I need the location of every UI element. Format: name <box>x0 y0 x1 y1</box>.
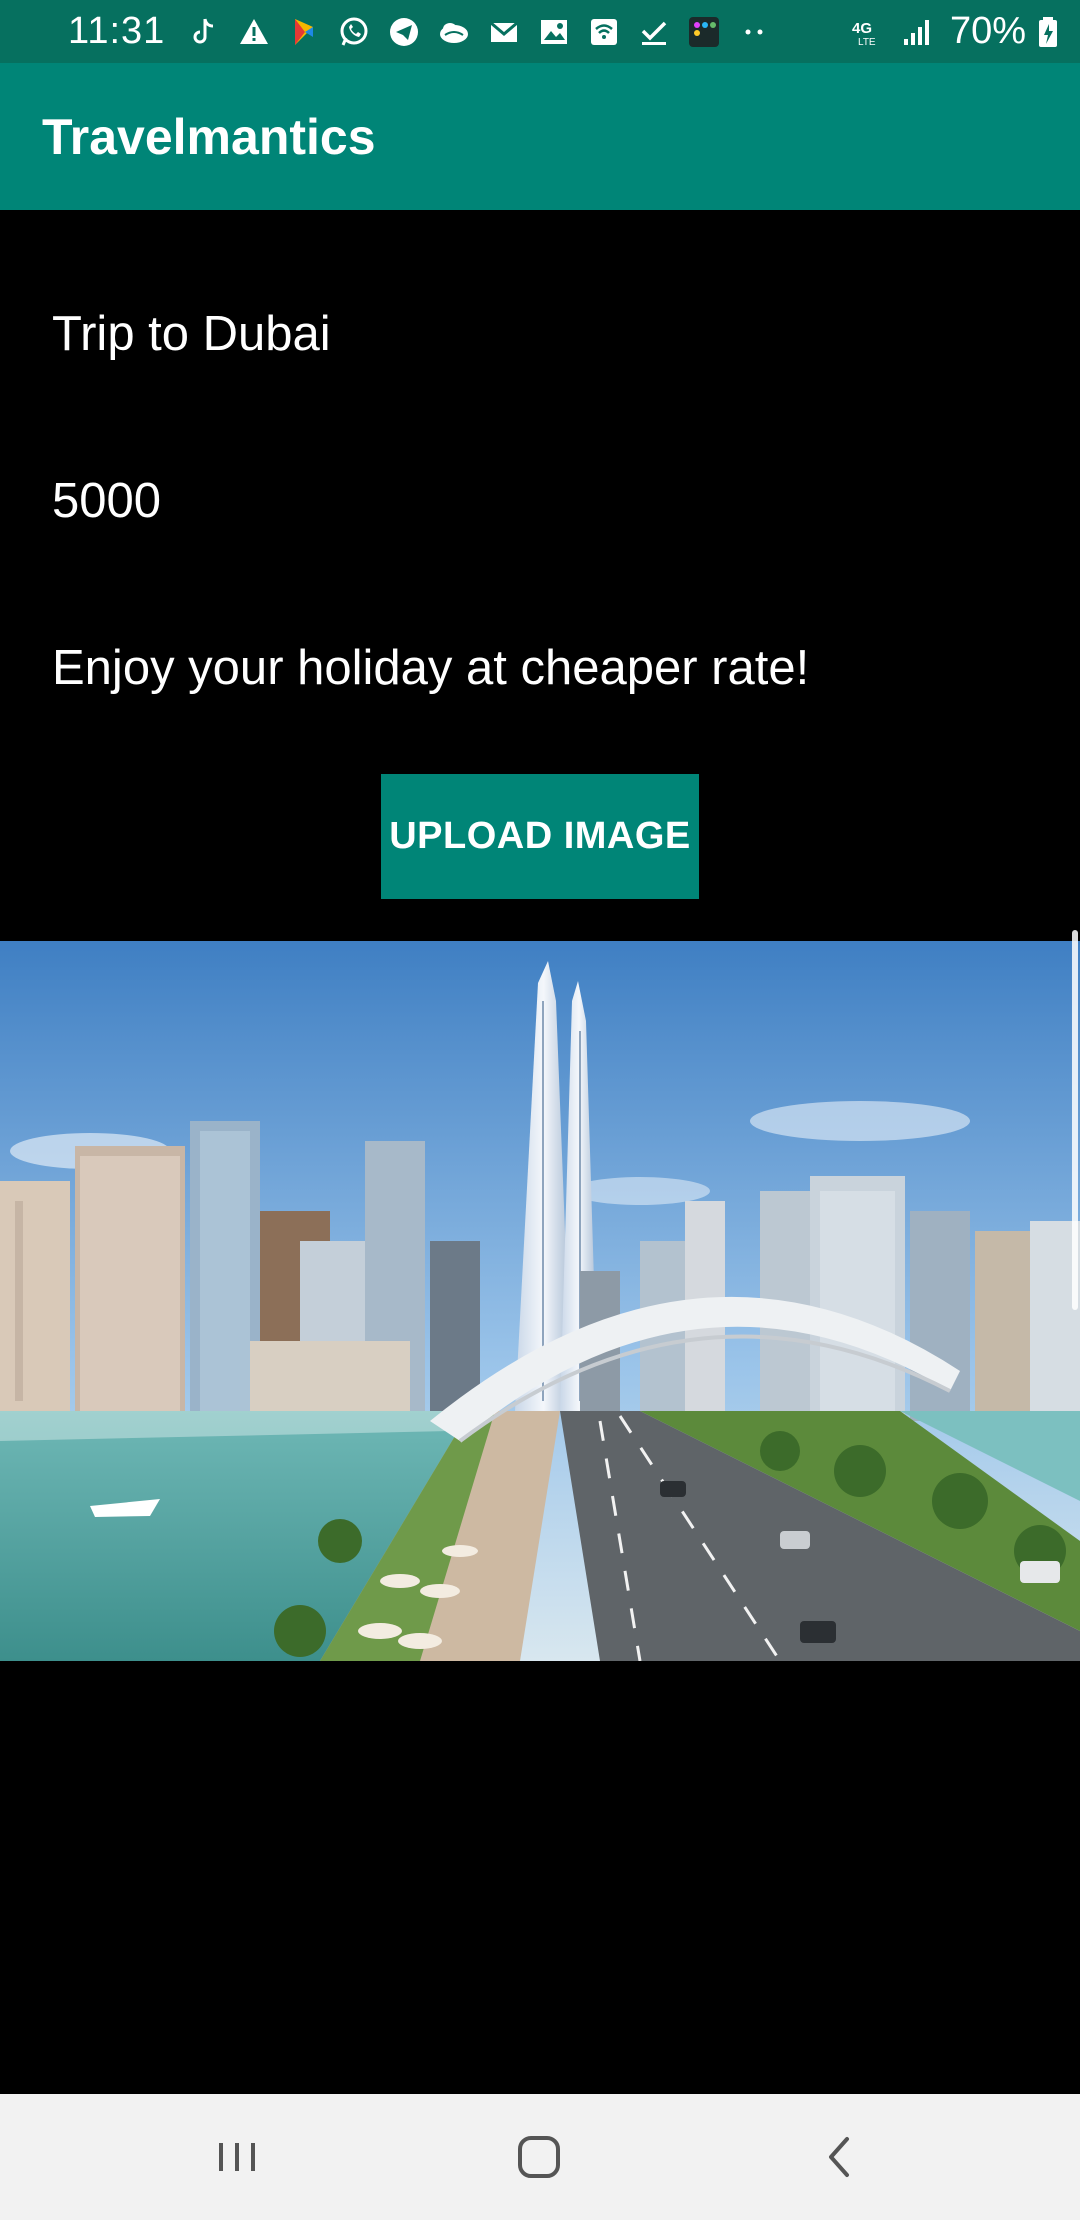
gallery-icon <box>537 15 571 49</box>
notification-icons <box>187 15 850 49</box>
deal-description-field[interactable]: Enjoy your holiday at cheaper rate! <box>52 644 809 693</box>
app-badge-icon <box>687 15 721 49</box>
battery-icon <box>1036 15 1060 49</box>
dubai-skyline-illustration <box>0 941 1080 1661</box>
cloud-icon <box>437 15 471 49</box>
svg-text:4G: 4G <box>852 20 872 37</box>
more-dots-icon <box>737 15 771 49</box>
wifi-call-icon <box>587 15 621 49</box>
app-title: Travelmantics <box>42 108 376 165</box>
tiktok-icon <box>187 15 221 49</box>
scrollbar[interactable] <box>1072 930 1078 1310</box>
svg-text:LTE: LTE <box>858 37 876 48</box>
deal-price-field[interactable]: 5000 <box>52 477 161 526</box>
warning-icon <box>237 15 271 49</box>
check-icon <box>637 15 671 49</box>
signal-icon <box>900 15 934 49</box>
app-icon <box>287 15 321 49</box>
recents-icon[interactable] <box>207 2127 267 2187</box>
status-bar: 11:31 4G LTE 70% <box>0 0 1080 63</box>
telegram-icon <box>387 15 421 49</box>
deal-image <box>0 941 1080 1661</box>
back-icon[interactable] <box>811 2127 871 2187</box>
home-icon[interactable] <box>509 2127 569 2187</box>
battery-percent: 70% <box>949 10 1026 52</box>
lte-icon: 4G LTE <box>850 15 890 49</box>
whatsapp-icon <box>337 15 371 49</box>
system-status: 4G LTE 70% <box>850 10 1060 53</box>
gmail-icon <box>487 15 521 49</box>
upload-image-button[interactable]: UPLOAD IMAGE <box>381 774 699 899</box>
status-time: 11:31 <box>68 10 166 52</box>
app-bar: Travelmantics <box>0 63 1080 210</box>
navigation-bar <box>0 2094 1080 2220</box>
deal-title-field[interactable]: Trip to Dubai <box>52 310 331 359</box>
